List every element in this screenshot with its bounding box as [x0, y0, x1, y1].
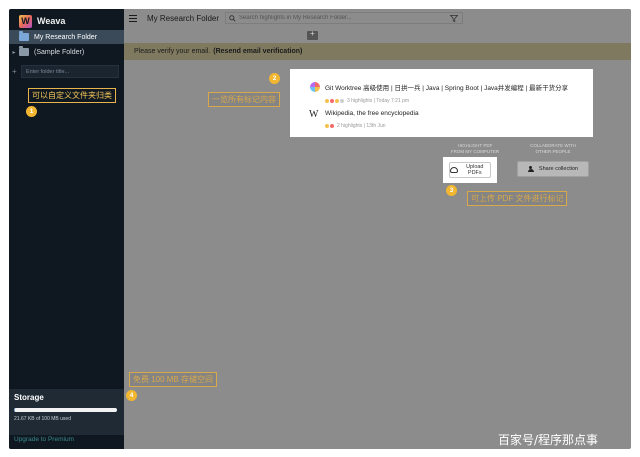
brand[interactable]: W Weava — [19, 13, 65, 29]
sidebar-item-my-research-folder[interactable]: My Research Folder — [9, 30, 124, 44]
upload-pdfs-button[interactable]: Upload PDFs — [449, 162, 491, 178]
wikipedia-icon: W — [309, 109, 319, 120]
storage-usage: 21.67 KB of 100 MB used — [14, 416, 71, 422]
list-item[interactable]: Git Worktree 高级使用 | 日拱一兵 | Java | Spring… — [325, 82, 595, 104]
annotation-badge: 1 — [26, 106, 37, 117]
highlight-dot — [335, 99, 339, 103]
highlight-dot — [325, 99, 329, 103]
highlight-count-date: 2 highlights | 13th Jun — [337, 123, 386, 129]
folder-title-input[interactable] — [21, 65, 119, 78]
search-input[interactable] — [236, 15, 462, 21]
sidebar-item-label: (Sample Folder) — [34, 48, 85, 56]
annotation-tip-folders: 可以自定义文件夹归类 — [28, 88, 116, 103]
highlight-color-dots — [325, 124, 334, 128]
storage-progress-fill — [14, 408, 15, 412]
highlight-dot — [330, 99, 334, 103]
sidebar-item-label: My Research Folder — [34, 33, 98, 41]
sidebar-item-sample-folder[interactable]: ▸ (Sample Folder) — [9, 45, 124, 59]
share-caption-line: OTHER PEOPLE — [535, 149, 571, 154]
menu-icon[interactable] — [129, 15, 137, 22]
annotation-badge: 3 — [446, 185, 457, 196]
people-icon — [527, 165, 536, 173]
search-box — [225, 12, 463, 24]
annotation-badge: 4 — [126, 390, 137, 401]
highlight-meta: 2 highlights | 13th Jun — [325, 123, 595, 129]
storage-progress-bar — [14, 408, 117, 412]
upload-label: Upload PDFs — [466, 164, 484, 176]
page-title: My Research Folder — [147, 14, 220, 23]
app-window: W Weava My Research Folder ▸ (Sample Fol… — [9, 9, 631, 449]
cloud-upload-icon — [450, 167, 458, 173]
upload-caption: HIGHLIGHT PDF FROM MY COMPUTER — [449, 143, 501, 155]
add-folder-icon[interactable]: + — [12, 67, 17, 76]
highlights-list: Git Worktree 高级使用 | 日拱一兵 | Java | Spring… — [290, 69, 593, 137]
sidebar: W Weava My Research Folder ▸ (Sample Fol… — [9, 9, 124, 449]
top-bar: My Research Folder — [124, 9, 631, 28]
search-icon — [229, 14, 236, 22]
verify-text: Please verify your email. — [134, 48, 211, 55]
highlight-count-date: 3 highlights | Today 7:21 pm — [347, 98, 410, 104]
upload-highlight-box: Upload PDFs — [443, 157, 497, 183]
chevron-right-icon[interactable]: ▸ — [9, 49, 19, 56]
watermark: 百家号/程序那点事 — [498, 433, 599, 447]
share-collection-button[interactable]: Share collection — [517, 161, 589, 177]
highlight-dot — [340, 99, 344, 103]
folder-icon — [19, 46, 29, 56]
resend-verification-link[interactable]: (Resend email verification) — [213, 48, 302, 55]
storage-title: Storage — [14, 393, 44, 402]
storage-panel: Storage 21.67 KB of 100 MB used — [9, 389, 124, 435]
share-label: Share collection — [538, 166, 579, 172]
highlight-page-title[interactable]: Git Worktree 高级使用 | 日拱一兵 | Java | Spring… — [325, 82, 595, 92]
brand-name: Weava — [37, 16, 66, 26]
highlight-color-dots — [325, 99, 344, 103]
upload-caption-line: FROM MY COMPUTER — [450, 149, 500, 154]
highlight-meta: 3 highlights | Today 7:21 pm — [325, 98, 595, 104]
share-caption: COLLABORATE WITH OTHER PEOPLE — [525, 143, 581, 155]
verify-email-banner: Please verify your email. (Resend email … — [124, 43, 631, 60]
annotation-tip-storage: 免费 100 MB 存储空间 — [129, 372, 218, 387]
folder-icon — [19, 31, 29, 41]
new-folder-button[interactable] — [307, 29, 318, 40]
git-favicon-icon — [310, 82, 320, 92]
upgrade-premium-link[interactable]: Upgrade to Premium — [14, 436, 74, 443]
list-item[interactable]: Wikipedia, the free encyclopedia 2 highl… — [325, 110, 595, 129]
weava-logo: W — [19, 14, 32, 28]
highlight-dot — [330, 124, 334, 128]
annotation-tip-highlights: 一览所有标记内容 — [208, 92, 280, 107]
annotation-badge: 2 — [269, 73, 280, 84]
highlight-page-title[interactable]: Wikipedia, the free encyclopedia — [325, 110, 595, 117]
filter-icon[interactable] — [450, 15, 458, 22]
highlight-dot — [325, 124, 329, 128]
annotation-tip-upload: 可上传 PDF 文件进行标记 — [467, 191, 568, 206]
